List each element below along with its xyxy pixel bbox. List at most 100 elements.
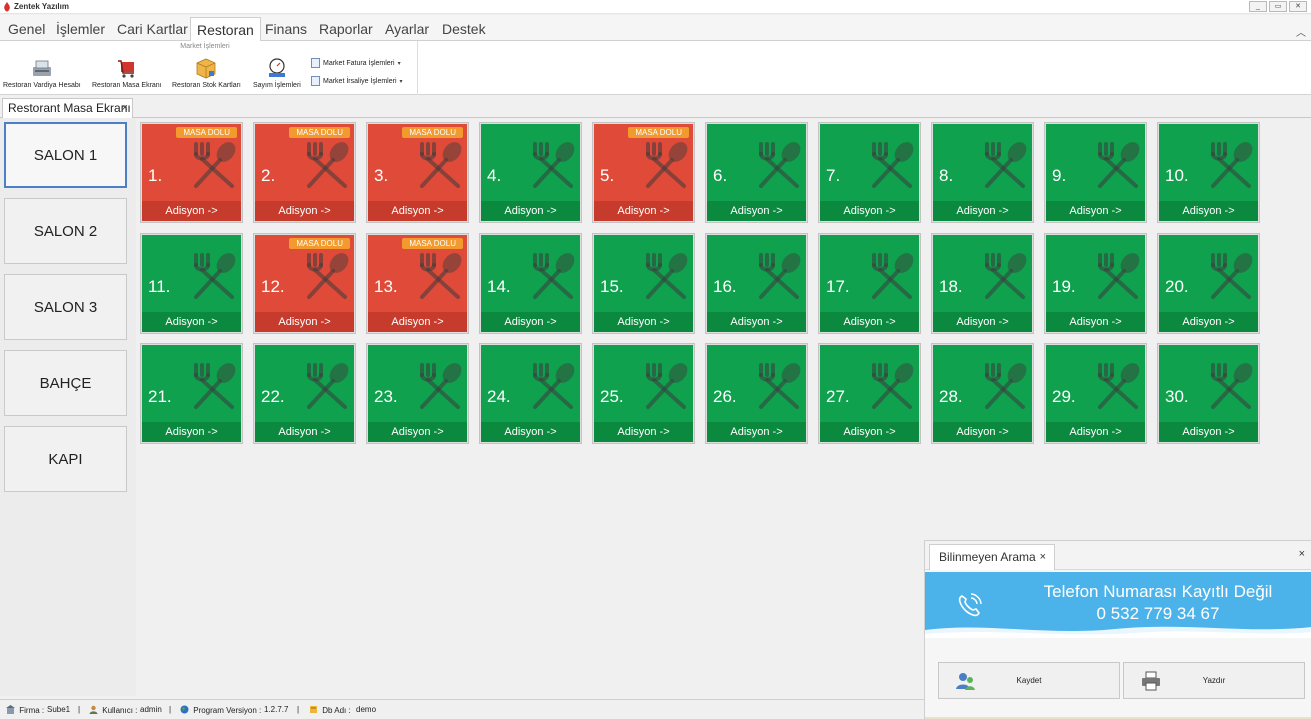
table-tile[interactable]: 16. Adisyon -> (705, 233, 808, 334)
table-tile[interactable]: MASA DOLU 13. Adisyon -> (366, 233, 469, 334)
table-tile[interactable]: 14. Adisyon -> (479, 233, 582, 334)
kaydet-button[interactable]: Kaydet (938, 662, 1120, 699)
adisyon-button[interactable]: Adisyon -> (820, 422, 919, 442)
adisyon-button[interactable]: Adisyon -> (1046, 422, 1145, 442)
table-number: 12. (261, 277, 285, 296)
table-tile[interactable]: 26. Adisyon -> (705, 343, 808, 444)
tab-destek[interactable]: Destek (436, 17, 492, 41)
adisyon-button[interactable]: Adisyon -> (594, 312, 693, 332)
table-tile[interactable]: MASA DOLU 12. Adisyon -> (253, 233, 356, 334)
sayim-islemleri-button[interactable]: Sayım İşlemleri (253, 57, 301, 89)
adisyon-button[interactable]: Adisyon -> (368, 201, 467, 221)
table-tile[interactable]: 23. Adisyon -> (366, 343, 469, 444)
adisyon-button[interactable]: Adisyon -> (933, 422, 1032, 442)
restoran-vardiya-hesabi-button[interactable]: Restoran Vardiya Hesabı (3, 57, 81, 89)
table-tile[interactable]: 6. Adisyon -> (705, 122, 808, 223)
adisyon-button[interactable]: Adisyon -> (142, 312, 241, 332)
ribbon-group-title: Market İşlemleri (180, 43, 230, 50)
tab-bilinmeyen-arama[interactable]: Bilinmeyen Arama × (929, 544, 1055, 570)
table-tile[interactable]: 17. Adisyon -> (818, 233, 921, 334)
adisyon-button[interactable]: Adisyon -> (1046, 312, 1145, 332)
tab-restorant-masa-ekrani[interactable]: Restorant Masa Ekranı × (2, 98, 133, 118)
table-tile[interactable]: 4. Adisyon -> (479, 122, 582, 223)
salon-sidebar: SALON 1 SALON 2 SALON 3 BAHÇE KAPI (0, 118, 136, 696)
adisyon-button[interactable]: Adisyon -> (933, 201, 1032, 221)
close-window-button[interactable]: ✕ (1289, 1, 1307, 12)
table-tile[interactable]: 10. Adisyon -> (1157, 122, 1260, 223)
table-number: 10. (1165, 166, 1189, 185)
close-tab-icon[interactable]: × (122, 99, 128, 117)
collapse-ribbon-icon[interactable]: ︿ (1296, 24, 1306, 39)
tab-ayarlar[interactable]: Ayarlar (379, 17, 435, 41)
table-tile[interactable]: 28. Adisyon -> (931, 343, 1034, 444)
table-tile[interactable]: 29. Adisyon -> (1044, 343, 1147, 444)
market-irsaliye-islemleri-dropdown[interactable]: Market İrsaliye İşlemleri ▾ (311, 76, 403, 86)
minimize-button[interactable]: _ (1249, 1, 1267, 12)
salon-button-salon-2[interactable]: SALON 2 (4, 198, 127, 264)
table-tile[interactable]: 18. Adisyon -> (931, 233, 1034, 334)
table-tile[interactable]: 7. Adisyon -> (818, 122, 921, 223)
adisyon-button[interactable]: Adisyon -> (594, 201, 693, 221)
restoran-masa-ekrani-button[interactable]: Restoran Masa Ekranı (92, 57, 162, 89)
table-tile[interactable]: 20. Adisyon -> (1157, 233, 1260, 334)
close-popup-icon[interactable]: × (1299, 548, 1305, 560)
globe-icon (180, 705, 189, 714)
table-tile[interactable]: 27. Adisyon -> (818, 343, 921, 444)
table-number: 16. (713, 277, 737, 296)
table-tile[interactable]: 25. Adisyon -> (592, 343, 695, 444)
table-tile-body: 23. Adisyon -> (368, 345, 467, 442)
adisyon-button[interactable]: Adisyon -> (820, 201, 919, 221)
table-tile[interactable]: MASA DOLU 2. Adisyon -> (253, 122, 356, 223)
table-tile[interactable]: 30. Adisyon -> (1157, 343, 1260, 444)
table-tile[interactable]: 19. Adisyon -> (1044, 233, 1147, 334)
table-tile[interactable]: 9. Adisyon -> (1044, 122, 1147, 223)
salon-button-bahce[interactable]: BAHÇE (4, 350, 127, 416)
tab-islemler[interactable]: İşlemler (50, 17, 111, 41)
tab-finans[interactable]: Finans (259, 17, 313, 41)
adisyon-button[interactable]: Adisyon -> (142, 201, 241, 221)
adisyon-button[interactable]: Adisyon -> (707, 422, 806, 442)
adisyon-button[interactable]: Adisyon -> (820, 312, 919, 332)
table-tile[interactable]: 24. Adisyon -> (479, 343, 582, 444)
adisyon-button[interactable]: Adisyon -> (481, 312, 580, 332)
close-tab-icon[interactable]: × (1040, 545, 1046, 569)
adisyon-button[interactable]: Adisyon -> (1046, 201, 1145, 221)
table-tile[interactable]: MASA DOLU 5. Adisyon -> (592, 122, 695, 223)
table-tile-body: MASA DOLU 12. Adisyon -> (255, 235, 354, 332)
table-tile[interactable]: MASA DOLU 1. Adisyon -> (140, 122, 243, 223)
table-tile[interactable]: 21. Adisyon -> (140, 343, 243, 444)
adisyon-button[interactable]: Adisyon -> (1159, 312, 1258, 332)
table-tile[interactable]: 8. Adisyon -> (931, 122, 1034, 223)
table-tile[interactable]: 15. Adisyon -> (592, 233, 695, 334)
adisyon-button[interactable]: Adisyon -> (594, 422, 693, 442)
adisyon-button[interactable]: Adisyon -> (1159, 201, 1258, 221)
adisyon-button[interactable]: Adisyon -> (481, 422, 580, 442)
adisyon-button[interactable]: Adisyon -> (255, 422, 354, 442)
tab-raporlar[interactable]: Raporlar (313, 17, 379, 41)
salon-button-kapi[interactable]: KAPI (4, 426, 127, 492)
salon-button-salon-3[interactable]: SALON 3 (4, 274, 127, 340)
table-tile[interactable]: 11. Adisyon -> (140, 233, 243, 334)
table-tile[interactable]: 22. Adisyon -> (253, 343, 356, 444)
adisyon-button[interactable]: Adisyon -> (368, 422, 467, 442)
adisyon-button[interactable]: Adisyon -> (481, 201, 580, 221)
adisyon-button[interactable]: Adisyon -> (1159, 422, 1258, 442)
yazdir-button[interactable]: Yazdır (1123, 662, 1305, 699)
adisyon-button[interactable]: Adisyon -> (255, 201, 354, 221)
adisyon-button[interactable]: Adisyon -> (255, 312, 354, 332)
table-tile[interactable]: MASA DOLU 3. Adisyon -> (366, 122, 469, 223)
call-status-text: Telefon Numarası Kayıtlı Değil (1043, 582, 1273, 601)
market-fatura-islemleri-dropdown[interactable]: Market Fatura İşlemleri ▾ (311, 58, 401, 68)
adisyon-button[interactable]: Adisyon -> (707, 201, 806, 221)
tab-cari-kartlar[interactable]: Cari Kartlar (111, 17, 194, 41)
restore-button[interactable]: ▭ (1269, 1, 1287, 12)
adisyon-button[interactable]: Adisyon -> (368, 312, 467, 332)
adisyon-button[interactable]: Adisyon -> (933, 312, 1032, 332)
tab-genel[interactable]: Genel (2, 17, 51, 41)
tab-restoran[interactable]: Restoran (190, 17, 261, 41)
table-number: 18. (939, 277, 963, 296)
restoran-stok-kartlari-button[interactable]: Restoran Stok Kartları (172, 57, 241, 89)
adisyon-button[interactable]: Adisyon -> (142, 422, 241, 442)
salon-button-salon-1[interactable]: SALON 1 (4, 122, 127, 188)
adisyon-button[interactable]: Adisyon -> (707, 312, 806, 332)
